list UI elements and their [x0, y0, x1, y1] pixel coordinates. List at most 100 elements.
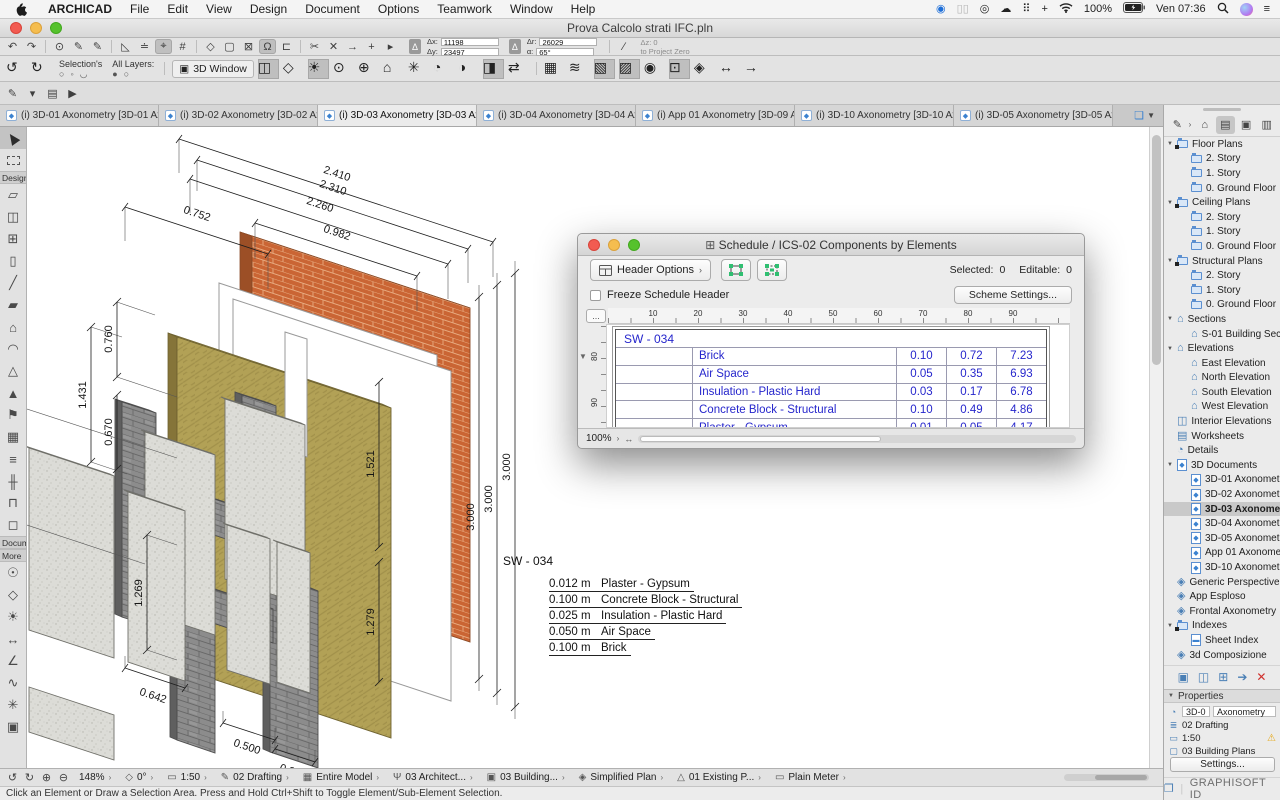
- z-slash-icon[interactable]: ∕: [615, 39, 632, 54]
- table-row[interactable]: Brick 0.10 0.72 7.23: [616, 347, 1046, 365]
- tab-3d-01[interactable]: ◆ (i) 3D-01 Axonometry [3D-01 Axono...: [0, 105, 159, 126]
- schedule-zoom-level[interactable]: 100%: [586, 433, 612, 444]
- schedule-table[interactable]: SW - 034 Brick 0.10 0.72 7.23 Air Space …: [615, 329, 1047, 428]
- wall-label-annotation[interactable]: SW - 034 0.012 m Plaster - Gypsum 0.100 …: [503, 554, 742, 657]
- status-dots-icon[interactable]: ⠿: [1022, 4, 1030, 15]
- tree-item-elevation[interactable]: ⌂North Elevation: [1164, 371, 1280, 386]
- walk-icon[interactable]: ⊙: [333, 59, 354, 79]
- crosshair-icon[interactable]: +: [1041, 4, 1047, 15]
- grid-snap-icon[interactable]: #: [174, 39, 191, 54]
- menu-document[interactable]: Document: [296, 2, 369, 16]
- guide-lines-icon[interactable]: ◺: [117, 39, 134, 54]
- properties-header[interactable]: ▼ Properties: [1164, 689, 1280, 703]
- tree-item-3d-10[interactable]: ◆3D-10 Axonometry: [1164, 560, 1280, 575]
- curtain-wall-tool[interactable]: ▦: [0, 426, 26, 448]
- fit-width-icon[interactable]: ↔: [624, 434, 633, 444]
- wifi-icon[interactable]: [1059, 2, 1073, 16]
- dim-label[interactable]: 0.670: [103, 418, 115, 446]
- cell-value[interactable]: 0.03: [896, 384, 946, 401]
- vertical-ruler[interactable]: 80 90: [586, 326, 606, 428]
- chevron-right-icon[interactable]: ›: [617, 434, 620, 443]
- door-tool[interactable]: ◫: [0, 206, 26, 228]
- tree-item-sheet-index[interactable]: ▬Sheet Index: [1164, 633, 1280, 648]
- schedule-titlebar[interactable]: ⊞ Schedule / ICS-02 Components by Elemen…: [578, 234, 1084, 256]
- selection-arc-icon[interactable]: ◡: [80, 69, 88, 79]
- tree-item-3d-composizione[interactable]: ◈3d Composizione: [1164, 648, 1280, 663]
- property-row-scale[interactable]: ▭ 1:50 ⚠: [1164, 732, 1280, 745]
- tree-item-story[interactable]: 0. Ground Floor: [1164, 239, 1280, 254]
- status-stack-icon[interactable]: ▯▯: [957, 4, 969, 15]
- magnet-icon[interactable]: Ω: [259, 39, 276, 54]
- zoom-out-icon[interactable]: ⊖: [55, 771, 72, 784]
- zoom-in-icon[interactable]: ⊕: [38, 771, 55, 784]
- angle-dimension-tool[interactable]: ∠: [0, 650, 26, 672]
- tree-item-app-01[interactable]: ◆App 01 Axonometry: [1164, 546, 1280, 561]
- scrollbar-thumb[interactable]: [1095, 775, 1147, 780]
- dim-label[interactable]: 3.000: [483, 485, 495, 513]
- hatch-fill-icon[interactable]: ▦: [544, 59, 565, 79]
- restructure-table-button[interactable]: [721, 259, 751, 281]
- layers-solid-icon[interactable]: ●: [112, 69, 117, 79]
- tree-item-story[interactable]: 1. Story: [1164, 166, 1280, 181]
- lamp-tool[interactable]: ☉: [0, 562, 26, 584]
- column-tool[interactable]: ▯: [0, 250, 26, 272]
- tree-item-interior-elevations[interactable]: ◫Interior Elevations: [1164, 414, 1280, 429]
- tree-item-section[interactable]: ⌂S-01 Building Section: [1164, 327, 1280, 342]
- object-tool[interactable]: ◻: [0, 514, 26, 536]
- table-row[interactable]: Insulation - Plastic Hard 0.03 0.17 6.78: [616, 383, 1046, 401]
- partial-structure-control[interactable]: ◈ Simplified Plan ›: [572, 769, 671, 786]
- tree-item-3d-documents[interactable]: ▼◆3D Documents: [1164, 458, 1280, 473]
- hatch-dense-icon[interactable]: ▨: [619, 59, 640, 79]
- redo-icon[interactable]: ↷: [23, 39, 40, 54]
- sun-settings-icon[interactable]: ☀: [308, 59, 329, 79]
- syringe-icon[interactable]: ✎: [89, 39, 106, 54]
- schedule-horizontal-scrollbar[interactable]: [638, 435, 1076, 443]
- tree-item-story[interactable]: 0. Ground Floor: [1164, 181, 1280, 196]
- cell-value[interactable]: 0.35: [946, 366, 996, 383]
- cell-value[interactable]: 0.17: [946, 384, 996, 401]
- scrollbar-thumb[interactable]: [1152, 135, 1161, 365]
- delta-toggle-xy[interactable]: Δ: [409, 39, 421, 54]
- morph-tool[interactable]: △: [0, 360, 26, 382]
- menu-window[interactable]: Window: [501, 2, 562, 16]
- beam-tool[interactable]: ╱: [0, 272, 26, 294]
- cell-value[interactable]: 0.05: [946, 419, 996, 428]
- layers-empty-icon[interactable]: ○: [124, 69, 129, 79]
- shading-icon[interactable]: ◫: [258, 59, 279, 79]
- dim-label[interactable]: 1.431: [77, 381, 89, 409]
- tree-item-frontal-axonometry[interactable]: ◈Frontal Axonometry: [1164, 604, 1280, 619]
- dim-label[interactable]: 1.279: [365, 608, 377, 636]
- menu-clock[interactable]: Ven 07:36: [1156, 3, 1206, 15]
- dimension-tool[interactable]: ↔: [0, 628, 26, 650]
- publisher-view-icon[interactable]: ▥: [1257, 116, 1276, 134]
- schedule-view[interactable]: SW - 034 Brick 0.10 0.72 7.23 Air Space …: [606, 324, 1070, 428]
- spline-tool[interactable]: ∿: [0, 672, 26, 694]
- window-tool[interactable]: ⊞: [0, 228, 26, 250]
- lock-icon[interactable]: ⊠: [240, 39, 257, 54]
- view-map-view-icon[interactable]: ▤: [1216, 116, 1235, 134]
- layer-doc-icon[interactable]: ▤: [44, 86, 61, 101]
- snap-guides-icon[interactable]: ≐: [136, 39, 153, 54]
- dim-label[interactable]: 2.260: [305, 195, 335, 215]
- menu-design[interactable]: Design: [241, 2, 296, 16]
- shell-tool[interactable]: ◠: [0, 338, 26, 360]
- scheme-settings-button[interactable]: Scheme Settings...: [954, 286, 1072, 304]
- search-icon[interactable]: [1217, 2, 1229, 17]
- zoom-level-control[interactable]: 148% ›: [72, 769, 118, 786]
- library-object-tool[interactable]: ◇: [0, 584, 26, 606]
- wireframe-icon[interactable]: ◇: [283, 59, 304, 79]
- tab-app-01[interactable]: ◆ (i) App 01 Axonometry [3D-09 Axon...: [636, 105, 795, 126]
- tab-overflow-icon[interactable]: ❏: [1134, 109, 1144, 122]
- graphisoft-id-footer[interactable]: ❐ | GRAPHISOFT ID: [1164, 777, 1280, 799]
- copy-view-icon[interactable]: ▣: [1178, 670, 1189, 684]
- stair-tool[interactable]: ≡: [0, 448, 26, 470]
- tree-item-structural-plans[interactable]: ▼Structural Plans: [1164, 254, 1280, 269]
- zoom-forward-icon[interactable]: ↻: [21, 771, 38, 784]
- tree-item-3d-01[interactable]: ◆3D-01 Axonometry: [1164, 473, 1280, 488]
- collapse-arrow-icon[interactable]: ▼: [579, 352, 587, 361]
- undo-icon[interactable]: ↶: [4, 39, 21, 54]
- cancel-icon[interactable]: ✕: [325, 39, 342, 54]
- model-filter-control[interactable]: ▦ Entire Model ›: [296, 769, 386, 786]
- wall-id-label[interactable]: SW - 034: [503, 554, 742, 568]
- cell-value[interactable]: 6.78: [996, 384, 1046, 401]
